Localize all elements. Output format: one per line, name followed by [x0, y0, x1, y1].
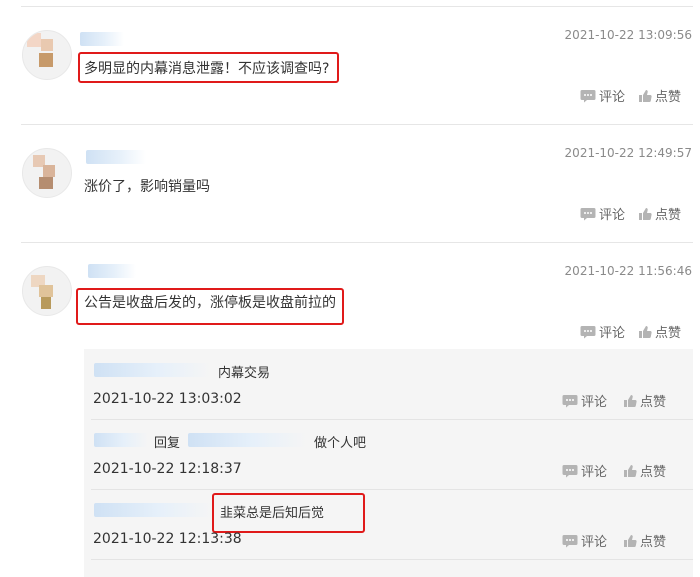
comment-content: 公告是收盘后发的，涨停板是收盘前拉的: [84, 295, 336, 311]
comment-label: 评论: [581, 395, 608, 410]
reply-word: 回复: [154, 436, 181, 451]
comment-icon: [562, 464, 578, 477]
comment-label: 评论: [581, 535, 608, 550]
reply-like-button[interactable]: 点赞: [623, 391, 666, 410]
comment-icon: [562, 394, 578, 407]
reply-content: 内幕交易: [218, 366, 271, 381]
comment-label: 评论: [599, 90, 626, 105]
reply-time: 2021-10-22 12:18:37: [93, 461, 242, 477]
divider: [21, 242, 693, 243]
username-blurred[interactable]: [80, 32, 124, 46]
reply-username-blurred[interactable]: [94, 363, 210, 377]
comment-button[interactable]: 评论: [580, 322, 625, 341]
reply-comment-button[interactable]: 评论: [562, 461, 607, 480]
thumbs-up-icon: [639, 207, 652, 220]
reply-time: 2021-10-22 12:13:38: [93, 531, 242, 547]
reply-like-button[interactable]: 点赞: [623, 531, 666, 550]
comment-icon: [580, 89, 596, 102]
like-label: 点赞: [640, 465, 667, 480]
comment-button[interactable]: 评论: [580, 204, 625, 223]
reply-like-button[interactable]: 点赞: [623, 461, 666, 480]
reply-comment-button[interactable]: 评论: [562, 391, 607, 410]
like-button[interactable]: 点赞: [638, 204, 681, 223]
like-label: 点赞: [655, 208, 682, 223]
reply-username-blurred[interactable]: [94, 503, 212, 517]
like-button[interactable]: 点赞: [638, 86, 681, 105]
avatar[interactable]: [22, 30, 72, 80]
comment-section: 2021-10-22 13:09:56 多明显的内幕消息泄露！不应该调查吗? 评…: [0, 0, 700, 577]
like-label: 点赞: [640, 395, 667, 410]
reply-target-blurred[interactable]: [188, 433, 306, 447]
reply-username-blurred[interactable]: [94, 433, 148, 447]
comment-content: 多明显的内幕消息泄露！不应该调查吗?: [84, 61, 330, 77]
reply-time: 2021-10-22 13:03:02: [93, 391, 242, 407]
like-label: 点赞: [655, 90, 682, 105]
like-label: 点赞: [640, 535, 667, 550]
comment-label: 评论: [599, 326, 626, 341]
comment-label: 评论: [599, 208, 626, 223]
thumbs-up-icon: [624, 394, 637, 407]
comment-content: 涨价了，影响销量吗: [84, 179, 210, 195]
username-blurred[interactable]: [88, 264, 136, 278]
avatar[interactable]: [22, 266, 72, 316]
thumbs-up-icon: [639, 325, 652, 338]
avatar[interactable]: [22, 148, 72, 198]
comment-icon: [580, 207, 596, 220]
divider: [91, 559, 693, 560]
reply-content: 韭菜总是后知后觉: [220, 506, 325, 521]
like-label: 点赞: [655, 326, 682, 341]
divider: [21, 124, 693, 125]
comment-time: 2021-10-22 13:09:56: [564, 28, 692, 42]
like-button[interactable]: 点赞: [638, 322, 681, 341]
reply-content: 做个人吧: [314, 436, 367, 451]
thumbs-up-icon: [639, 89, 652, 102]
divider: [21, 6, 693, 7]
thumbs-up-icon: [624, 534, 637, 547]
thumbs-up-icon: [624, 464, 637, 477]
divider: [91, 419, 693, 420]
comment-time: 2021-10-22 12:49:57: [564, 146, 692, 160]
comment-icon: [562, 534, 578, 547]
reply-comment-button[interactable]: 评论: [562, 531, 607, 550]
comment-label: 评论: [581, 465, 608, 480]
divider: [91, 489, 693, 490]
comment-icon: [580, 325, 596, 338]
comment-button[interactable]: 评论: [580, 86, 625, 105]
username-blurred[interactable]: [86, 150, 146, 164]
comment-time: 2021-10-22 11:56:46: [564, 264, 692, 278]
